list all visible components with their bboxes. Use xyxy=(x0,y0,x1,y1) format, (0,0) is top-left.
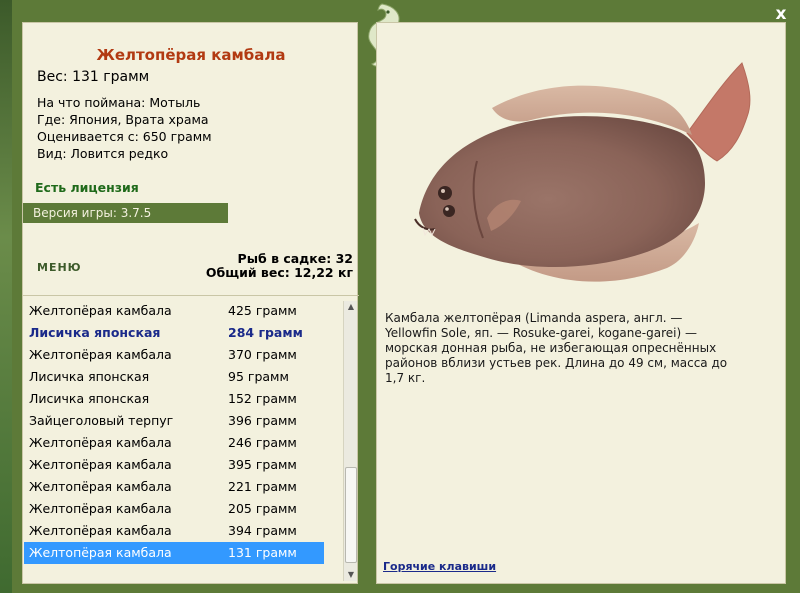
game-window: x Желтопёрая камбала Вес: 131 грамм На ч… xyxy=(0,0,800,593)
list-item[interactable]: Зайцеголовый терпуг 396 грамм xyxy=(24,410,324,432)
scroll-down-icon[interactable]: ▼ xyxy=(344,569,358,581)
list-item-weight: 284 грамм xyxy=(228,325,303,340)
menu-button[interactable]: МЕНЮ xyxy=(37,261,82,274)
fish-info-panel: Желтопёрая камбала Вес: 131 грамм На что… xyxy=(22,22,359,585)
list-item-weight: 221 грамм xyxy=(228,479,297,494)
list-item-name: Лисичка японская xyxy=(29,391,150,406)
fish-detail-panel: Камбала желтопёрая (Limanda aspera, англ… xyxy=(376,22,786,584)
list-item-name: Желтопёрая камбала xyxy=(29,479,172,494)
catch-list: Желтопёрая камбала 425 грамм Лисичка япо… xyxy=(23,295,359,585)
list-item-weight: 395 грамм xyxy=(228,457,297,472)
frame-edge xyxy=(0,0,12,593)
list-item[interactable]: Лисичка японская 95 грамм xyxy=(24,366,324,388)
close-icon: x xyxy=(775,4,787,24)
fish-valued-from: Оценивается с: 650 грамм xyxy=(37,129,212,144)
fish-in-cage-count: Рыб в садке: 32 xyxy=(237,251,353,266)
list-item-weight: 95 грамм xyxy=(228,369,289,384)
list-item[interactable]: Лисичка японская 152 грамм xyxy=(24,388,324,410)
fish-bait: На что поймана: Мотыль xyxy=(37,95,201,110)
list-item-name: Желтопёрая камбала xyxy=(29,545,172,560)
list-item-weight: 246 грамм xyxy=(228,435,297,450)
list-scrollbar[interactable]: ▲ ▼ xyxy=(343,301,357,581)
list-item-weight: 396 грамм xyxy=(228,413,297,428)
list-item-weight: 131 грамм xyxy=(228,545,297,560)
list-item[interactable]: Лисичка японская 284 грамм xyxy=(24,322,324,344)
scroll-thumb[interactable] xyxy=(345,467,357,563)
list-item-name: Желтопёрая камбала xyxy=(29,501,172,516)
fish-title: Желтопёрая камбала xyxy=(96,46,286,64)
scroll-up-icon[interactable]: ▲ xyxy=(344,301,358,313)
version-label: Версия игры: 3.7.5 xyxy=(23,203,228,223)
list-item-name: Желтопёрая камбала xyxy=(29,435,172,450)
license-status: Есть лицензия xyxy=(35,180,139,195)
fish-weight: Вес: 131 грамм xyxy=(37,69,150,85)
total-weight: Общий вес: 12,22 кг xyxy=(205,265,353,280)
list-item-name: Лисичка японская xyxy=(29,325,161,340)
list-item-weight: 425 грамм xyxy=(228,303,297,318)
fish-location: Где: Япония, Врата храма xyxy=(37,112,209,127)
list-item-name: Желтопёрая камбала xyxy=(29,347,172,362)
close-button[interactable]: x xyxy=(772,5,790,23)
list-item[interactable]: Желтопёрая камбала 246 грамм xyxy=(24,432,324,454)
list-item-name: Желтопёрая камбала xyxy=(29,457,172,472)
fish-rarity: Вид: Ловится редко xyxy=(37,146,169,161)
list-item[interactable]: Желтопёрая камбала 394 грамм xyxy=(24,520,324,542)
list-item-weight: 394 грамм xyxy=(228,523,297,538)
list-item-name: Желтопёрая камбала xyxy=(29,303,172,318)
hotkeys-link[interactable]: Горячие клавиши xyxy=(383,560,496,573)
list-item-weight: 152 грамм xyxy=(228,391,297,406)
fish-image xyxy=(414,62,751,282)
list-item-name: Зайцеголовый терпуг xyxy=(29,413,174,428)
list-item[interactable]: Желтопёрая камбала 221 грамм xyxy=(24,476,324,498)
list-item-name: Желтопёрая камбала xyxy=(29,523,172,538)
list-item[interactable]: Желтопёрая камбала 395 грамм xyxy=(24,454,324,476)
list-item-selected[interactable]: Желтопёрая камбала 131 грамм xyxy=(24,542,324,564)
list-item-weight: 205 грамм xyxy=(228,501,297,516)
list-item[interactable]: Желтопёрая камбала 370 грамм xyxy=(24,344,324,366)
list-item[interactable]: Желтопёрая камбала 425 грамм xyxy=(24,300,324,322)
list-item[interactable]: Желтопёрая камбала 205 грамм xyxy=(24,498,324,520)
fish-description: Камбала желтопёрая (Limanda aspera, англ… xyxy=(385,311,728,385)
list-item-name: Лисичка японская xyxy=(29,369,150,384)
list-item-weight: 370 грамм xyxy=(228,347,297,362)
